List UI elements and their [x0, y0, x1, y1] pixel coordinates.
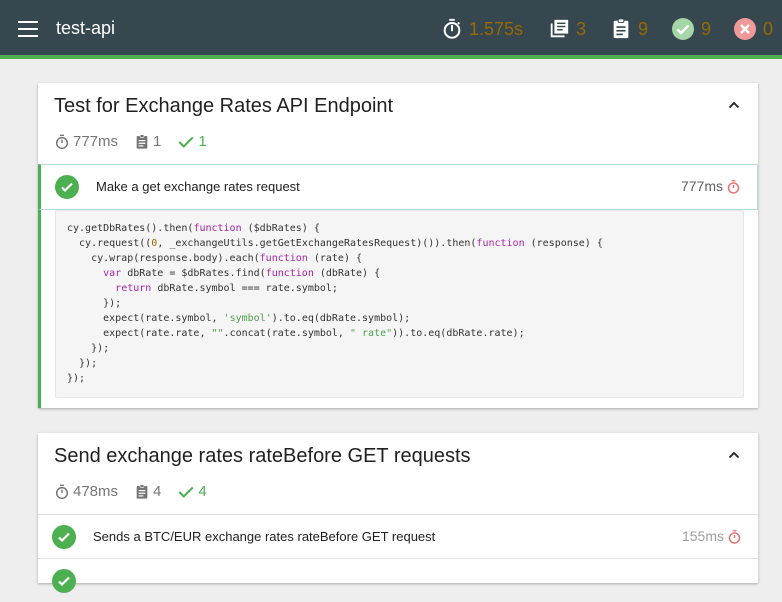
stopwatch-icon [726, 179, 741, 200]
suite-tests-value: 1 [153, 133, 162, 150]
suite-duration: 777ms [54, 133, 118, 150]
code-token: .concat(rate.symbol, [223, 328, 350, 339]
code-token: ).to.eq(dbRate.symbol); [271, 313, 411, 324]
suite-tests-value: 4 [153, 483, 162, 500]
code-token: }); [67, 373, 86, 384]
code-token: return [115, 283, 152, 294]
code-token: expect(rate.rate, [67, 328, 212, 339]
suite-title: Send exchange rates rateBefore GET reque… [54, 445, 471, 467]
report-navbar: test-api 1.575s 3 9 9 0 [0, 0, 782, 59]
code-token: function [259, 253, 308, 264]
menu-icon[interactable] [18, 21, 38, 37]
check-circle-icon [672, 18, 694, 40]
suite-duration: 478ms [54, 483, 118, 500]
stopwatch-icon [727, 529, 742, 550]
code-token: ($dbRates) { [241, 223, 320, 234]
suite-stats: 777ms 1 1 [54, 133, 223, 150]
chevron-up-icon[interactable] [726, 447, 742, 463]
test-code: cy.getDbRates().then(function ($dbRates)… [56, 211, 743, 396]
report-title: test-api [56, 18, 116, 38]
nav-suites[interactable]: 3 [548, 14, 586, 44]
code-token: , _exchangeUtils.getGetExchangeRatesRequ… [157, 238, 477, 249]
code-token: cy.getDbRates().then( [67, 223, 194, 234]
test-title: Sends a BTC/EUR exchange rates rateBefor… [93, 529, 436, 544]
test-duration: 155ms [681, 528, 724, 544]
suite-title: Test for Exchange Rates API Endpoint [54, 95, 394, 117]
code-token: (dbRate) { [313, 268, 381, 279]
code-token: (response) { [524, 238, 603, 249]
code-token: )).to.eq(dbRate.rate); [392, 328, 525, 339]
code-token: cy.request(( [67, 238, 152, 249]
test-title: Make a get exchange rates request [96, 179, 300, 194]
suite-stats: 478ms 4 4 [54, 483, 223, 500]
suite-passes: 4 [177, 483, 207, 500]
nav-duration: 1.575s [441, 14, 523, 44]
library-books-icon [550, 19, 569, 38]
test-row[interactable]: Sends a BTC/EUR exchange rates rateBefor… [38, 514, 758, 558]
suite-tests: 4 [134, 483, 161, 500]
code-token: }); [67, 358, 98, 369]
code-token: }); [67, 343, 110, 354]
nav-passes-value: 9 [701, 18, 712, 39]
code-token: (rate) { [307, 253, 363, 264]
test-code-panel: cy.getDbRates().then(function ($dbRates)… [38, 210, 758, 408]
code-token: function [476, 238, 525, 249]
check-circle-icon [52, 569, 76, 593]
test-duration: 777ms [680, 178, 723, 194]
nav-duration-value: 1.575s [469, 18, 524, 39]
cancel-circle-icon [734, 18, 756, 40]
check-circle-icon [55, 175, 79, 199]
nav-failures-value: 0 [763, 18, 774, 39]
suite-passes-value: 4 [198, 483, 207, 500]
code-token: 'symbol' [223, 313, 272, 324]
stopwatch-icon [55, 134, 69, 149]
code-token: cy.wrap(response.body).each( [67, 253, 260, 264]
clipboard-icon [136, 483, 148, 499]
code-token: " rate" [349, 328, 393, 339]
check-icon [178, 136, 194, 148]
suite-card: Test for Exchange Rates API Endpoint 777… [38, 83, 758, 408]
code-token: dbRate = $dbRates.find( [121, 268, 266, 279]
suite-card: Send exchange rates rateBefore GET reque… [38, 433, 758, 593]
suite-tests: 1 [134, 133, 161, 150]
stopwatch-icon [443, 18, 461, 39]
check-circle-icon [52, 525, 76, 549]
nav-tests[interactable]: 9 [610, 14, 648, 44]
code-block: cy.getDbRates().then(function ($dbRates)… [55, 210, 744, 398]
code-token: expect(rate.symbol, [67, 313, 224, 324]
clipboard-icon [136, 133, 148, 149]
chevron-up-icon[interactable] [726, 97, 742, 113]
nav-failures[interactable]: 0 [733, 14, 773, 44]
suite-passes: 1 [177, 133, 207, 150]
suite-passes-value: 1 [198, 133, 207, 150]
suite-duration-value: 478ms [73, 483, 119, 500]
code-token: function [265, 268, 314, 279]
code-token: var [103, 268, 122, 279]
clipboard-icon [613, 18, 629, 39]
code-token: function [193, 223, 242, 234]
nav-passes[interactable]: 9 [671, 14, 711, 44]
code-token: "" [211, 328, 224, 339]
nav-suites-value: 3 [576, 18, 587, 39]
suite-duration-value: 777ms [73, 133, 119, 150]
nav-tests-value: 9 [638, 18, 649, 39]
check-icon [178, 486, 194, 498]
code-token: }); [67, 298, 122, 309]
test-row[interactable] [38, 558, 758, 602]
test-row[interactable]: Make a get exchange rates request 777ms [38, 164, 758, 210]
stopwatch-icon [55, 484, 69, 499]
code-token: dbRate.symbol === rate.symbol; [151, 283, 338, 294]
